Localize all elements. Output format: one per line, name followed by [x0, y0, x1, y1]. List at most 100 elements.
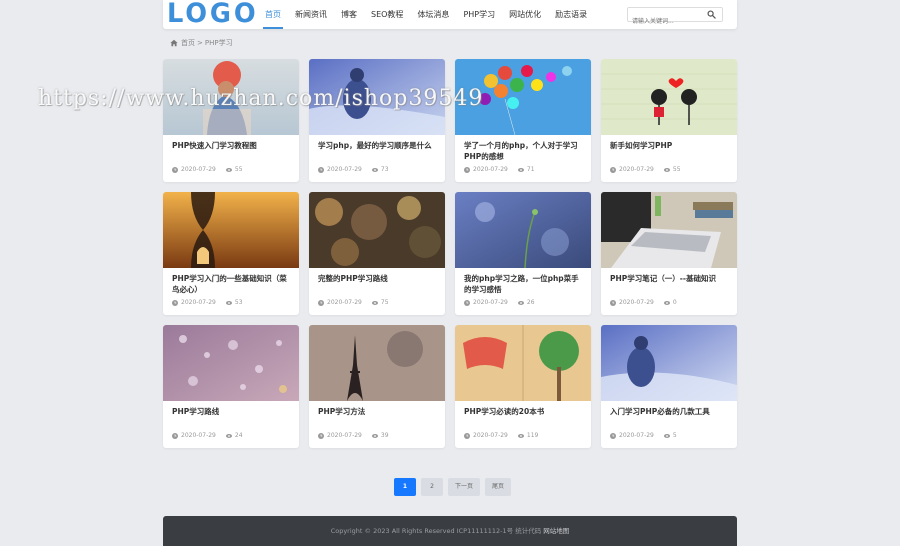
- article-thumbnail[interactable]: [309, 192, 445, 268]
- article-date: 2020-07-29: [473, 166, 508, 173]
- article-card[interactable]: PHP学习必读的20本书 2020-07-29 119: [455, 325, 591, 448]
- article-views: 39: [380, 432, 389, 439]
- article-card[interactable]: 新手如何学习PHP 2020-07-29 55: [601, 59, 737, 182]
- article-date: 2020-07-29: [181, 299, 216, 306]
- home-icon: [170, 39, 178, 47]
- article-meta: 2020-07-29 24: [172, 432, 253, 439]
- article-title[interactable]: 完整的PHP学习路线: [318, 273, 438, 284]
- clock-icon: [318, 299, 324, 306]
- article-thumbnail[interactable]: [455, 192, 591, 268]
- eye-icon: [225, 300, 232, 305]
- nav-item-seo[interactable]: SEO教程: [371, 0, 403, 29]
- article-title[interactable]: 我的php学习之路，一位php菜手的学习感悟: [464, 273, 584, 295]
- article-card[interactable]: PHP快速入门学习教程图 2020-07-29 55: [163, 59, 299, 182]
- article-title[interactable]: 入门学习PHP必备的几款工具: [610, 406, 730, 417]
- article-date: 2020-07-29: [327, 299, 362, 306]
- article-thumbnail[interactable]: [309, 325, 445, 401]
- nav-item-php[interactable]: PHP学习: [463, 0, 495, 29]
- clock-icon: [610, 166, 616, 173]
- article-title[interactable]: 学了一个月的php，个人对于学习PHP的感想: [464, 140, 584, 162]
- clock-icon: [464, 166, 470, 173]
- article-card[interactable]: 我的php学习之路，一位php菜手的学习感悟 2020-07-29 26: [455, 192, 591, 315]
- nav-item-news[interactable]: 新闻资讯: [295, 0, 327, 29]
- nav-item-quotes[interactable]: 励志语录: [555, 0, 587, 29]
- search-icon[interactable]: [707, 10, 716, 19]
- footer-copyright: Copyright © 2023 All Rights Reserved ICP…: [330, 527, 542, 535]
- article-meta: 2020-07-29 39: [318, 432, 399, 439]
- site-footer: Copyright © 2023 All Rights Reserved ICP…: [163, 516, 737, 546]
- main-nav: 首页 新闻资讯 博客 SEO教程 体坛消息 PHP学习 网站优化 励志语录: [263, 0, 601, 29]
- article-views: 55: [672, 166, 681, 173]
- article-thumbnail[interactable]: [455, 325, 591, 401]
- article-thumbnail[interactable]: [163, 192, 299, 268]
- clock-icon: [172, 166, 178, 173]
- nav-item-blog[interactable]: 博客: [341, 0, 357, 29]
- footer-sitemap-link[interactable]: 网站地图: [543, 527, 569, 535]
- article-thumbnail[interactable]: [601, 192, 737, 268]
- nav-item-sports[interactable]: 体坛消息: [417, 0, 449, 29]
- article-meta: 2020-07-29 55: [610, 166, 691, 173]
- article-card[interactable]: PHP学习入门的一些基础知识（菜鸟必心） 2020-07-29 53: [163, 192, 299, 315]
- next-page-button[interactable]: 下一页: [448, 478, 481, 496]
- article-title[interactable]: PHP学习必读的20本书: [464, 406, 584, 417]
- article-meta: 2020-07-29 5: [610, 432, 687, 439]
- clock-icon: [464, 299, 470, 306]
- article-date: 2020-07-29: [181, 432, 216, 439]
- search-input[interactable]: [628, 15, 704, 28]
- nav-item-optimize[interactable]: 网站优化: [509, 0, 541, 29]
- article-meta: 2020-07-29 26: [464, 299, 545, 306]
- breadcrumb-home[interactable]: 首页: [181, 38, 195, 48]
- article-title[interactable]: PHP学习方法: [318, 406, 438, 417]
- site-logo[interactable]: LOGO: [167, 0, 258, 28]
- article-meta: 2020-07-29 73: [318, 166, 399, 173]
- article-card[interactable]: 学了一个月的php，个人对于学习PHP的感想 2020-07-29 71: [455, 59, 591, 182]
- clock-icon: [610, 299, 616, 306]
- article-views: 119: [526, 432, 539, 439]
- article-meta: 2020-07-29 0: [610, 299, 687, 306]
- article-title[interactable]: 学习php，最好的学习顺序是什么: [318, 140, 438, 151]
- article-title[interactable]: PHP快速入门学习教程图: [172, 140, 292, 151]
- article-views: 24: [234, 432, 243, 439]
- article-thumbnail[interactable]: [601, 59, 737, 135]
- article-views: 55: [234, 166, 243, 173]
- article-meta: 2020-07-29 71: [464, 166, 545, 173]
- article-thumbnail[interactable]: [455, 59, 591, 135]
- last-page-button[interactable]: 尾页: [485, 478, 512, 496]
- article-thumbnail[interactable]: [309, 59, 445, 135]
- eye-icon: [371, 167, 378, 172]
- page-2-button[interactable]: 2: [421, 478, 443, 496]
- eye-icon: [225, 167, 232, 172]
- eye-icon: [517, 300, 524, 305]
- article-card[interactable]: PHP学习路线 2020-07-29 24: [163, 325, 299, 448]
- eye-icon: [371, 433, 378, 438]
- article-card[interactable]: 学习php，最好的学习顺序是什么 2020-07-29 73: [309, 59, 445, 182]
- breadcrumb: 首页 > PHP学习: [170, 38, 233, 48]
- article-card[interactable]: PHP学习方法 2020-07-29 39: [309, 325, 445, 448]
- article-date: 2020-07-29: [327, 432, 362, 439]
- article-views: 75: [380, 299, 389, 306]
- article-title[interactable]: PHP学习笔记（一）--基础知识: [610, 273, 730, 284]
- article-thumbnail[interactable]: [601, 325, 737, 401]
- article-card[interactable]: PHP学习笔记（一）--基础知识 2020-07-29 0: [601, 192, 737, 315]
- site-header: LOGO 首页 新闻资讯 博客 SEO教程 体坛消息 PHP学习 网站优化 励志…: [163, 0, 737, 29]
- clock-icon: [318, 432, 324, 439]
- article-thumbnail[interactable]: [163, 325, 299, 401]
- article-title[interactable]: PHP学习路线: [172, 406, 292, 417]
- eye-icon: [663, 433, 670, 438]
- article-meta: 2020-07-29 119: [464, 432, 548, 439]
- article-card[interactable]: 入门学习PHP必备的几款工具 2020-07-29 5: [601, 325, 737, 448]
- article-title[interactable]: PHP学习入门的一些基础知识（菜鸟必心）: [172, 273, 292, 295]
- clock-icon: [318, 166, 324, 173]
- article-title[interactable]: 新手如何学习PHP: [610, 140, 730, 151]
- article-date: 2020-07-29: [181, 166, 216, 173]
- article-card[interactable]: 完整的PHP学习路线 2020-07-29 75: [309, 192, 445, 315]
- clock-icon: [172, 299, 178, 306]
- nav-item-home[interactable]: 首页: [263, 0, 283, 29]
- page-1-button[interactable]: 1: [394, 478, 416, 496]
- article-thumbnail[interactable]: [163, 59, 299, 135]
- article-date: 2020-07-29: [327, 166, 362, 173]
- clock-icon: [464, 432, 470, 439]
- breadcrumb-current: PHP学习: [204, 39, 233, 47]
- clock-icon: [610, 432, 616, 439]
- eye-icon: [663, 167, 670, 172]
